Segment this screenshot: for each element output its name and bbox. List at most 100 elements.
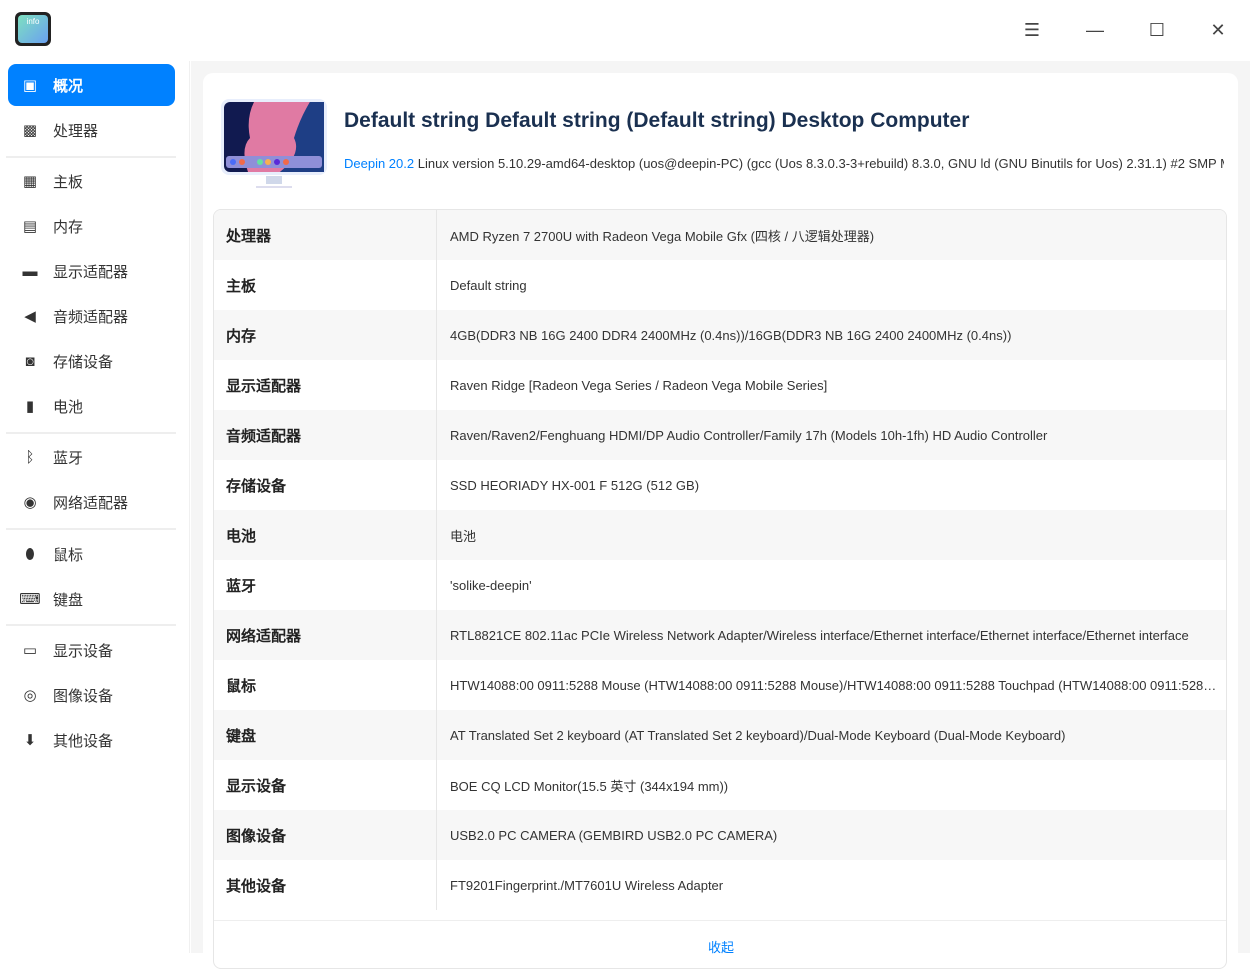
computer-illustration-icon xyxy=(221,99,327,188)
table-row: 存储设备 SSD HEORIADY HX-001 F 512G (512 GB) xyxy=(214,460,1226,510)
bluetooth-icon: ᛒ xyxy=(25,448,35,466)
summary-table: 处理器 AMD Ryzen 7 2700U with Radeon Vega Mo… xyxy=(213,209,1227,969)
sidebar-item-overview[interactable]: ▣ 概况 xyxy=(8,64,175,106)
sidebar-item-label: 音频适配器 xyxy=(53,308,129,326)
table-row: 主板 Default string xyxy=(214,260,1226,310)
sidebar-item-camera[interactable]: ◎ 图像设备 xyxy=(8,674,175,716)
sidebar-item-label: 显示设备 xyxy=(53,642,114,660)
sidebar-item-label: 概况 xyxy=(53,77,84,95)
maximize-button[interactable]: ☐ xyxy=(1142,15,1172,45)
sidebar-item-label: 其他设备 xyxy=(53,732,114,750)
sidebar-item-label: 图像设备 xyxy=(53,687,114,705)
motherboard-icon: ▦ xyxy=(22,173,38,190)
row-value: AT Translated Set 2 keyboard (AT Transla… xyxy=(450,727,1066,743)
sidebar-item-storage[interactable]: ◙ 存储设备 xyxy=(8,340,175,382)
sidebar-item-label: 存储设备 xyxy=(53,353,114,371)
row-label: 主板 xyxy=(214,260,437,310)
table-row: 显示设备 BOE CQ LCD Monitor(15.5 英寸 (344x194 … xyxy=(214,760,1226,810)
sidebar-item-label: 显示适配器 xyxy=(53,263,129,281)
close-button[interactable]: ✕ xyxy=(1203,15,1233,45)
row-value: 'solike-deepin' xyxy=(450,577,532,593)
sidebar-item-memory[interactable]: ▤ 内存 xyxy=(8,205,175,247)
row-label: 电池 xyxy=(214,510,437,560)
table-row: 鼠标 HTW14088:00 0911:5288 Mouse (HTW14088:… xyxy=(214,660,1226,710)
row-label: 键盘 xyxy=(214,710,437,760)
os-info: Deepin 20.2 Linux version 5.10.29-amd64-… xyxy=(344,156,1224,171)
table-row: 电池 电池 xyxy=(214,510,1226,560)
keyboard-icon: ⌨ xyxy=(19,591,41,608)
mouse-icon: ⬮ xyxy=(25,545,35,563)
sidebar-item-label: 内存 xyxy=(53,218,84,236)
row-label: 图像设备 xyxy=(214,810,437,860)
os-version-link[interactable]: Deepin 20.2 xyxy=(344,156,414,171)
row-value: FT9201Fingerprint./MT7601U Wireless Adap… xyxy=(450,877,724,893)
row-value: Raven Ridge [Radeon Vega Series / Radeon… xyxy=(450,377,828,393)
app-logo-icon: info xyxy=(15,12,51,46)
sidebar-divider xyxy=(6,432,176,434)
row-value: BOE CQ LCD Monitor(15.5 英寸 (344x194 mm)) xyxy=(450,778,729,794)
kernel-info: Linux version 5.10.29-amd64-desktop (uos… xyxy=(414,156,1224,171)
sidebar-item-monitor[interactable]: ▭ 显示设备 xyxy=(8,629,175,671)
row-value: AMD Ryzen 7 2700U with Radeon Vega Mobil… xyxy=(450,228,875,244)
network-icon: ◉ xyxy=(23,494,37,511)
storage-icon: ◙ xyxy=(25,352,35,370)
table-row: 蓝牙 'solike-deepin' xyxy=(214,560,1226,610)
sidebar-item-label: 电池 xyxy=(53,398,84,416)
memory-icon: ▤ xyxy=(22,218,38,235)
cpu-icon: ▩ xyxy=(22,122,38,139)
sidebar-item-battery[interactable]: ▮ 电池 xyxy=(8,385,175,427)
table-row: 内存 4GB(DDR3 NB 16G 2400 DDR4 2400MHz (0.4… xyxy=(214,310,1226,360)
table-row: 其他设备 FT9201Fingerprint./MT7601U Wireless … xyxy=(214,860,1226,910)
minimize-button[interactable]: — xyxy=(1080,15,1110,45)
sidebar-item-cpu[interactable]: ▩ 处理器 xyxy=(8,109,175,151)
table-row: 音频适配器 Raven/Raven2/Fenghuang HDMI/DP Audi… xyxy=(214,410,1226,460)
row-value: USB2.0 PC CAMERA (GEMBIRD USB2.0 PC CAME… xyxy=(450,827,778,843)
sidebar-item-other-device[interactable]: ⬇ 其他设备 xyxy=(8,719,175,761)
sidebar-item-label: 键盘 xyxy=(53,591,84,609)
table-row: 键盘 AT Translated Set 2 keyboard (AT Trans… xyxy=(214,710,1226,760)
row-label: 鼠标 xyxy=(214,660,437,710)
row-label: 蓝牙 xyxy=(214,560,437,610)
row-label: 内存 xyxy=(214,310,437,360)
app-logo-text: info xyxy=(18,15,48,43)
sidebar-item-network[interactable]: ◉ 网络适配器 xyxy=(8,481,175,523)
row-value: RTL8821CE 802.11ac PCIe Wireless Network… xyxy=(450,627,1189,643)
table-row: 图像设备 USB2.0 PC CAMERA (GEMBIRD USB2.0 PC … xyxy=(214,810,1226,860)
monitor-icon: ▭ xyxy=(22,642,38,659)
collapse-button[interactable]: 收起 xyxy=(214,920,1226,968)
sidebar-item-bluetooth[interactable]: ᛒ 蓝牙 xyxy=(8,436,175,478)
sidebar-item-label: 主板 xyxy=(53,173,84,191)
sidebar-item-label: 处理器 xyxy=(53,122,99,140)
row-value: Raven/Raven2/Fenghuang HDMI/DP Audio Con… xyxy=(450,427,1048,443)
row-label: 显示设备 xyxy=(214,760,437,810)
sidebar-item-mouse[interactable]: ⬮ 鼠标 xyxy=(8,533,175,575)
row-label: 存储设备 xyxy=(214,460,437,510)
sidebar: ▣ 概况 ▩ 处理器 ▦ 主板 ▤ 内存 ▬ 显示适配器 ◀ 音频适配器 ◙ 存储设备 ▮ 电池 ᛒ 蓝牙 ◉ 网络适… xyxy=(0,61,190,953)
row-value: SSD HEORIADY HX-001 F 512G (512 GB) xyxy=(450,477,700,493)
title-bar: info ☰ — ☐ ✕ xyxy=(0,0,1250,61)
sidebar-item-keyboard[interactable]: ⌨ 键盘 xyxy=(8,578,175,620)
other-device-icon: ⬇ xyxy=(23,732,37,749)
row-label: 音频适配器 xyxy=(214,410,437,460)
camera-icon: ◎ xyxy=(23,687,37,704)
row-label: 显示适配器 xyxy=(214,360,437,410)
sidebar-divider xyxy=(6,624,176,626)
row-label: 处理器 xyxy=(214,210,437,260)
sidebar-item-motherboard[interactable]: ▦ 主板 xyxy=(8,160,175,202)
display-adapter-icon: ▬ xyxy=(22,262,38,280)
page-title: Default string Default string (Default s… xyxy=(344,109,970,132)
sidebar-item-speaker[interactable]: ◀ 音频适配器 xyxy=(8,295,175,337)
sidebar-item-label: 网络适配器 xyxy=(53,494,129,512)
menu-button[interactable]: ☰ xyxy=(1017,15,1047,45)
row-label: 其他设备 xyxy=(214,860,437,910)
sidebar-item-label: 蓝牙 xyxy=(53,449,84,467)
sidebar-item-label: 鼠标 xyxy=(53,546,84,564)
sidebar-item-display-adapter[interactable]: ▬ 显示适配器 xyxy=(8,250,175,292)
battery-icon: ▮ xyxy=(25,398,35,415)
sidebar-divider xyxy=(6,528,176,530)
row-value: HTW14088:00 0911:5288 Mouse (HTW14088:00… xyxy=(450,677,1222,693)
table-row: 处理器 AMD Ryzen 7 2700U with Radeon Vega Mo… xyxy=(214,210,1226,260)
row-label: 网络适配器 xyxy=(214,610,437,660)
speaker-icon: ◀ xyxy=(24,308,36,325)
row-value: 电池 xyxy=(450,528,477,544)
